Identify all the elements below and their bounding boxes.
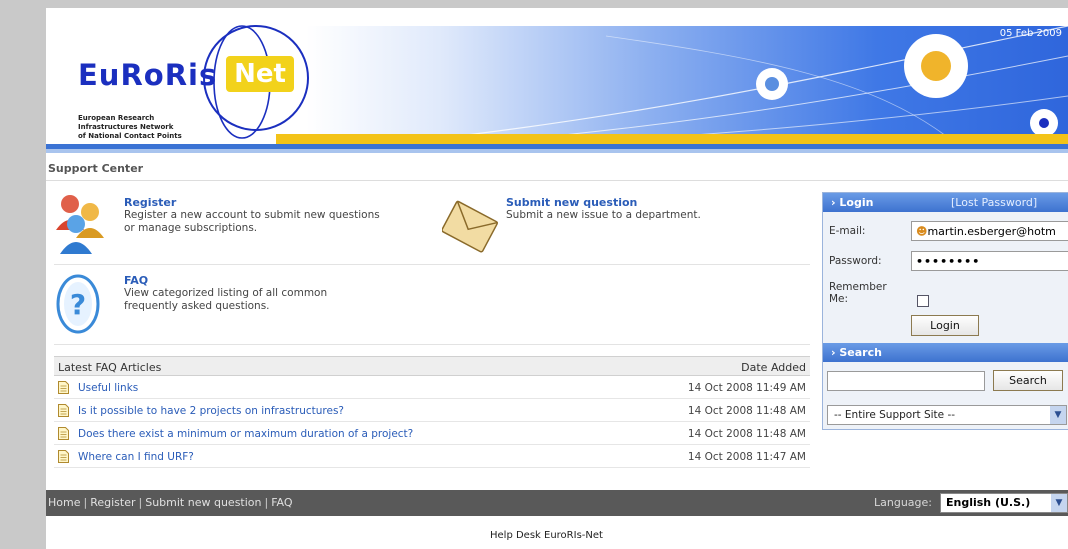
register-link[interactable]: Register (124, 196, 454, 209)
header-lightblue-stripe (46, 149, 1068, 153)
password-value: •••••••• (916, 255, 981, 268)
faq-link[interactable]: FAQ (124, 274, 454, 287)
faq-article-link[interactable]: Where can I find URF? (78, 451, 194, 463)
search-scope-value: -- Entire Support Site -- (834, 409, 956, 421)
user-icon: ☻ (916, 225, 928, 238)
faq-article-link[interactable]: Is it possible to have 2 projects on inf… (78, 405, 344, 417)
logo-subtitle: European Research Infrastructures Networ… (78, 114, 182, 141)
faq-description: frequently asked questions. (124, 300, 270, 312)
footer-link-register[interactable]: Register (90, 496, 135, 509)
table-row[interactable]: Where can I find URF? 14 Oct 2008 11:47 … (54, 445, 810, 468)
search-title-text: Search (839, 346, 882, 359)
document-icon (58, 404, 69, 417)
search-scope-select[interactable]: -- Entire Support Site -- ▼ (827, 405, 1067, 425)
logo-net-badge: Net (226, 56, 294, 92)
faq-article-date: 14 Oct 2008 11:47 AM (687, 451, 806, 463)
table-row[interactable]: Is it possible to have 2 projects on inf… (54, 399, 810, 422)
login-title-text: Login (839, 196, 874, 209)
remember-me-label-line: Me: (829, 293, 849, 305)
logo-subtitle-line: European Research (78, 114, 155, 122)
faq-article-link[interactable]: Useful links (78, 382, 138, 394)
footer-link-faq[interactable]: FAQ (271, 496, 292, 509)
header-date: 05 Feb 2009 (999, 28, 1062, 39)
faq-column-article: Latest FAQ Articles (58, 361, 162, 374)
footer-bar: Home | Register | Submit new question | FAQ La… (46, 490, 1068, 516)
chevron-down-icon: ▼ (1050, 406, 1066, 424)
search-header: › Search (823, 343, 1068, 362)
header-yellow-stripe (276, 134, 1068, 144)
register-description: Register a new account to submit new que… (124, 209, 380, 221)
password-field[interactable]: •••••••• (911, 251, 1068, 271)
login-title: › Login (831, 196, 874, 209)
envelope-icon (442, 200, 498, 253)
site-header: EuRoRis Net European Research Infrastruc… (46, 16, 1068, 156)
search-button[interactable]: Search (993, 370, 1063, 391)
remember-me-checkbox[interactable] (917, 295, 929, 307)
email-field[interactable]: ☻martin.esberger@hotm (911, 221, 1068, 241)
footer-nav: Home | Register | Submit new question | FAQ (48, 496, 293, 509)
faq-option[interactable]: FAQ View categorized listing of all comm… (124, 274, 454, 313)
footer-link-home[interactable]: Home (48, 496, 80, 509)
faq-column-date: Date Added (741, 361, 806, 374)
lost-password-link[interactable]: [Lost Password] (951, 196, 1037, 209)
register-description: or manage subscriptions. (124, 222, 258, 234)
latest-faq-table: Latest FAQ Articles Date Added Useful li… (54, 356, 810, 468)
logo-subtitle-line: of National Contact Points (78, 132, 182, 140)
chevron-down-icon: ▼ (1051, 494, 1067, 512)
footer-separator: | (264, 496, 269, 509)
language-select[interactable]: English (U.S.) ▼ (940, 493, 1068, 513)
title-divider (46, 180, 1068, 181)
faq-article-date: 14 Oct 2008 11:48 AM (687, 428, 806, 440)
email-label: E-mail: (829, 225, 866, 237)
login-button[interactable]: Login (911, 315, 979, 336)
language-label: Language: (874, 496, 932, 509)
submit-question-description: Submit a new issue to a department. (506, 209, 701, 221)
register-option[interactable]: Register Register a new account to submi… (124, 196, 454, 235)
page-title: Support Center (48, 162, 144, 175)
email-value: martin.esberger@hotm (927, 225, 1056, 238)
footer-separator: | (138, 496, 143, 509)
remember-me-label: Remember Me: (829, 281, 887, 305)
footer-link-submit-question[interactable]: Submit new question (145, 496, 261, 509)
options-divider (54, 344, 810, 345)
document-icon (58, 427, 69, 440)
faq-description: View categorized listing of all common (124, 287, 328, 299)
logo-wordmark: EuRoRis (78, 58, 218, 92)
faq-article-date: 14 Oct 2008 11:48 AM (687, 405, 806, 417)
help-desk-footer-text: Help Desk EuroRIs-Net (490, 530, 603, 541)
submit-question-option[interactable]: Submit new question Submit a new issue t… (506, 196, 806, 222)
language-value: English (U.S.) (946, 496, 1031, 509)
faq-table-header: Latest FAQ Articles Date Added (54, 356, 810, 376)
faq-article-date: 14 Oct 2008 11:49 AM (687, 382, 806, 394)
document-icon (58, 450, 69, 463)
svg-text:?: ? (70, 288, 86, 321)
remember-me-label-line: Remember (829, 281, 887, 293)
options-divider (54, 264, 810, 265)
document-icon (58, 381, 69, 394)
users-icon (56, 195, 104, 254)
help-question-icon: ? (56, 274, 100, 334)
search-input[interactable] (827, 371, 985, 391)
faq-article-link[interactable]: Does there exist a minimum or maximum du… (78, 428, 413, 440)
footer-separator: | (83, 496, 88, 509)
table-row[interactable]: Useful links 14 Oct 2008 11:49 AM (54, 376, 810, 399)
login-header: › Login [Lost Password] (823, 193, 1068, 212)
sidebar-panel: › Login [Lost Password] E-mail: ☻martin.… (822, 192, 1068, 430)
logo-subtitle-line: Infrastructures Network (78, 123, 174, 131)
search-title: › Search (831, 346, 882, 359)
page: EuRoRis Net European Research Infrastruc… (46, 8, 1068, 549)
submit-question-link[interactable]: Submit new question (506, 196, 806, 209)
table-row[interactable]: Does there exist a minimum or maximum du… (54, 422, 810, 445)
password-label: Password: (829, 255, 882, 267)
